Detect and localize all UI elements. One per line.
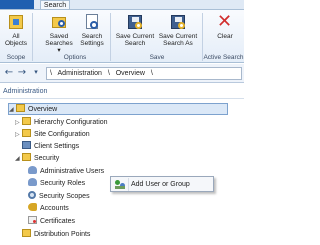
menu-item-label: Add User or Group — [131, 181, 190, 188]
tree-item-label: Security Roles — [40, 180, 86, 187]
search-settings-icon — [83, 13, 101, 31]
tree-item-administrative-users[interactable]: Administrative Users — [28, 166, 104, 177]
search-settings-button[interactable]: Search Settings — [78, 13, 106, 47]
group-options-label: Options — [63, 54, 87, 61]
tree-item-overview[interactable]: ◢ Overview — [9, 104, 57, 115]
search-settings-label: Search Settings — [80, 33, 104, 47]
saved-searches-button[interactable]: Saved Searches ▾ — [44, 13, 74, 54]
folder-icon — [22, 117, 31, 125]
tree-item-label: Certificates — [40, 218, 76, 225]
tree-item-security-roles[interactable]: Security Roles — [28, 178, 85, 189]
tree-item-label: Distribution Points — [34, 231, 91, 238]
accounts-icon — [28, 203, 37, 211]
expand-icon[interactable]: ▷ — [15, 117, 22, 128]
crumb-separator: \ — [50, 70, 52, 77]
application-menu-button[interactable] — [0, 0, 34, 9]
clear-button[interactable]: ✕ Clear — [212, 11, 238, 41]
collapse-icon[interactable]: ◢ — [9, 104, 16, 115]
ribbon-tab-strip: Search — [0, 0, 244, 10]
crumb-administration[interactable]: Administration — [58, 70, 102, 77]
client-settings-icon — [22, 141, 31, 149]
tree-item-label: Administrative Users — [40, 168, 105, 175]
tree-item-label: Client Settings — [34, 143, 80, 150]
save-search-as-icon — [169, 13, 187, 31]
all-objects-label: All Objects — [4, 33, 28, 47]
tree-item-label: Overview — [28, 106, 58, 113]
tree-item-label: Security Scopes — [39, 193, 90, 200]
group-scope-label: Scope — [6, 54, 26, 61]
ribbon-separator — [110, 13, 111, 61]
tree-item-hierarchy-configuration[interactable]: ▷ Hierarchy Configuration — [15, 117, 108, 128]
history-dropdown-icon[interactable]: ▾ — [30, 67, 42, 79]
expand-icon[interactable]: ▷ — [15, 129, 22, 140]
security-roles-icon — [28, 178, 37, 186]
group-save-label: Save — [149, 54, 165, 61]
tree-item-label: Hierarchy Configuration — [34, 119, 108, 126]
save-current-search-label: Save Current Search — [115, 33, 155, 47]
tree-item-label: Site Configuration — [34, 131, 90, 138]
tree-item-label: Security — [34, 155, 60, 162]
menu-item-add-user-or-group[interactable]: Add User or Group — [111, 177, 213, 191]
folder-icon — [22, 129, 31, 137]
save-current-search-as-label: Save Current Search As — [158, 33, 198, 47]
tree-item-site-configuration[interactable]: ▷ Site Configuration — [15, 129, 90, 140]
back-arrow-icon[interactable]: ← — [3, 67, 15, 79]
ribbon-separator — [32, 13, 33, 61]
save-current-search-as-button[interactable]: Save Current Search As — [157, 13, 199, 47]
tree-item-certificates[interactable]: Certificates — [28, 216, 75, 227]
breadcrumb[interactable]: \ Administration \ Overview \ — [46, 67, 242, 80]
save-current-search-button[interactable]: Save Current Search — [114, 13, 156, 47]
all-objects-button[interactable]: All Objects — [3, 13, 29, 47]
tree-item-client-settings[interactable]: Client Settings — [15, 141, 79, 152]
ribbon: All Objects Scope Saved Searches ▾ Searc… — [0, 9, 244, 63]
folder-icon — [22, 229, 31, 237]
tree-item-accounts[interactable]: Accounts — [28, 203, 69, 214]
saved-searches-label: Saved Searches ▾ — [45, 33, 73, 54]
folder-icon — [22, 153, 31, 161]
clear-icon: ✕ — [217, 11, 233, 32]
tree-item-security-scopes[interactable]: Security Scopes — [28, 191, 90, 202]
security-scopes-icon — [28, 191, 36, 199]
tree-item-label: Accounts — [40, 205, 69, 212]
saved-searches-icon — [50, 13, 68, 31]
administrative-users-icon — [28, 166, 37, 174]
crumb-overview[interactable]: Overview — [116, 70, 145, 77]
group-active-search-label: Active Search — [203, 54, 244, 61]
crumb-separator: \ — [107, 70, 110, 77]
clear-label: Clear — [217, 33, 233, 40]
certificates-icon — [28, 216, 37, 224]
nav-pane-title: Administration — [3, 88, 48, 95]
forward-arrow-icon[interactable]: → — [16, 67, 28, 79]
folder-icon — [16, 104, 25, 112]
tree-item-distribution-points[interactable]: Distribution Points — [15, 229, 90, 240]
add-user-group-icon — [115, 180, 125, 189]
divider — [0, 98, 244, 99]
all-objects-icon — [7, 13, 25, 31]
address-bar: ← → ▾ \ Administration \ Overview \ — [0, 64, 244, 83]
tree-item-security[interactable]: ◢ Security — [15, 153, 59, 164]
save-search-icon — [126, 13, 144, 31]
collapse-icon[interactable]: ◢ — [15, 153, 22, 164]
context-menu: Add User or Group — [110, 176, 214, 192]
crumb-separator: \ — [150, 70, 153, 77]
